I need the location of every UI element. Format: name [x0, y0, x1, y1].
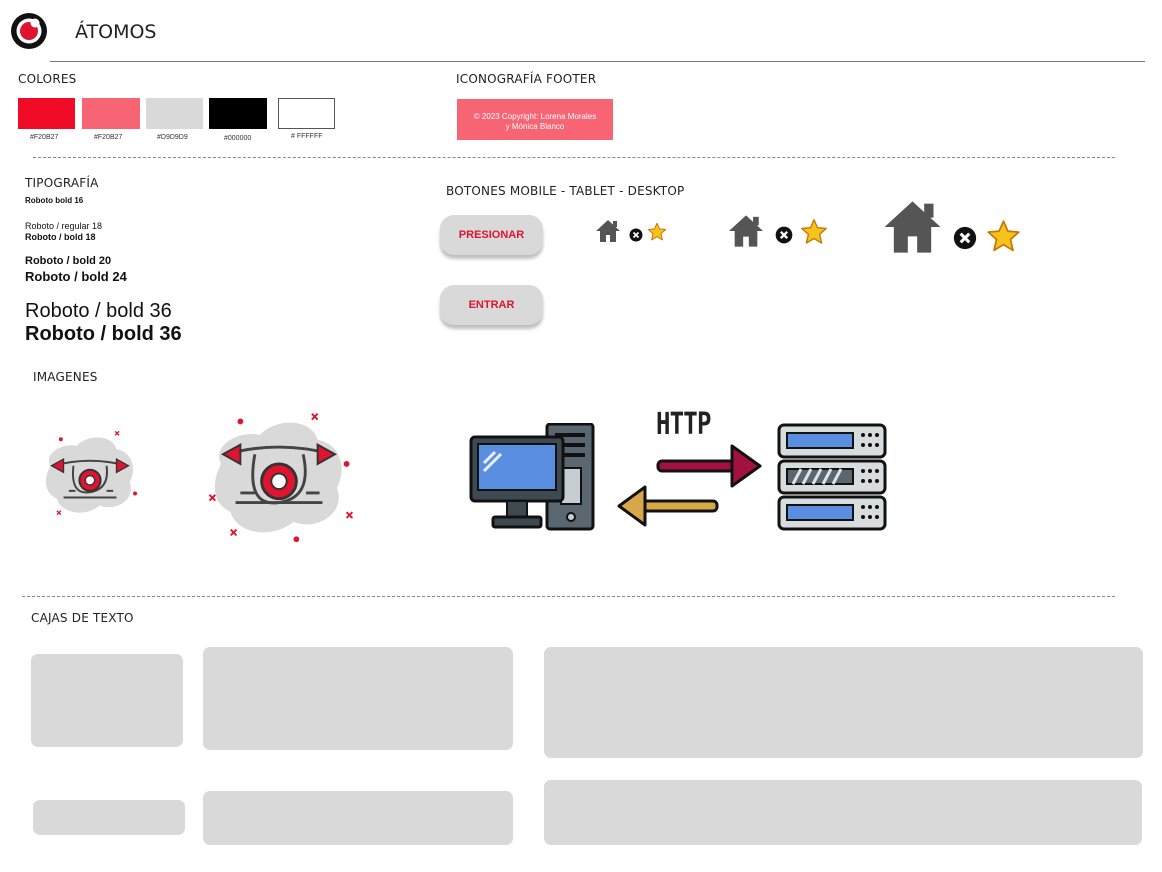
footer-copyright-line2: y Mónica Blanco — [505, 122, 565, 131]
color-label: # FFFFFF — [291, 133, 323, 140]
type-sample-bold-24: Roboto / bold 24 — [25, 269, 127, 284]
star-icon[interactable] — [986, 219, 1021, 254]
brand-logo — [11, 13, 47, 49]
arrow-right-icon — [656, 444, 762, 488]
color-swatch-pink — [82, 98, 140, 129]
color-swatch-black — [209, 98, 267, 129]
text-box-small[interactable] — [31, 654, 183, 747]
page-title: ÁTOMOS — [75, 21, 157, 43]
type-sample-bold-16: Roboto bold 16 — [25, 196, 84, 205]
arrow-left-icon — [617, 485, 719, 527]
header-divider — [50, 61, 1145, 62]
text-input-small[interactable] — [33, 800, 185, 835]
home-icon[interactable] — [881, 199, 944, 255]
color-swatch-white — [278, 98, 335, 129]
color-label: #000000 — [224, 135, 252, 142]
type-sample-bold-20: Roboto / bold 20 — [25, 255, 112, 267]
star-icon[interactable] — [647, 222, 667, 242]
color-label: #F20B27 — [30, 134, 59, 141]
text-input-large[interactable] — [544, 780, 1142, 845]
close-circle-icon[interactable] — [953, 226, 977, 250]
home-icon[interactable] — [727, 214, 765, 248]
server-icon — [777, 423, 887, 531]
http-label: HTTP — [656, 407, 711, 442]
text-input-medium[interactable] — [203, 791, 513, 845]
section-heading-cajas: CAJAS DE TEXTO — [31, 611, 134, 625]
section-heading-footer: ICONOGRAFÍA FOOTER — [456, 72, 597, 86]
close-circle-icon[interactable] — [629, 228, 643, 242]
section-heading-imagenes: IMAGENES — [33, 370, 98, 384]
section-heading-colores: COLORES — [18, 72, 77, 86]
section-divider — [22, 596, 1115, 597]
home-icon[interactable] — [595, 219, 621, 243]
type-sample-regular-18: Roboto / regular 18 — [25, 221, 103, 231]
footer-copyright-line1: © 2023 Copyright: Lorena Morales — [473, 112, 597, 121]
process-gear-illustration-small — [45, 430, 138, 516]
text-box-medium[interactable] — [203, 647, 513, 750]
section-heading-botones: BOTONES MOBILE - TABLET - DESKTOP — [446, 184, 685, 198]
footer-sample: © 2023 Copyright: Lorena Morales y Mónic… — [457, 99, 613, 140]
presionar-button[interactable]: PRESIONAR — [440, 215, 543, 255]
text-box-large[interactable] — [544, 647, 1143, 758]
section-divider — [33, 157, 1115, 158]
color-swatch-gray — [146, 98, 203, 129]
type-sample-bold-18: Roboto / bold 18 — [25, 232, 96, 242]
star-icon[interactable] — [800, 218, 828, 246]
color-swatch-red — [18, 98, 75, 129]
close-circle-icon[interactable] — [775, 226, 793, 244]
type-sample-regular-36: Roboto / bold 36 — [25, 300, 172, 322]
process-gear-illustration-large — [208, 413, 354, 543]
section-heading-tipografia: TIPOGRAFÍA — [25, 176, 99, 190]
color-label: #D9D9D9 — [157, 134, 188, 141]
type-sample-bold-36: Roboto / bold 36 — [25, 323, 182, 345]
color-label: #F20B27 — [94, 134, 123, 141]
computer-icon — [469, 423, 595, 531]
entrar-button[interactable]: ENTRAR — [440, 285, 543, 325]
